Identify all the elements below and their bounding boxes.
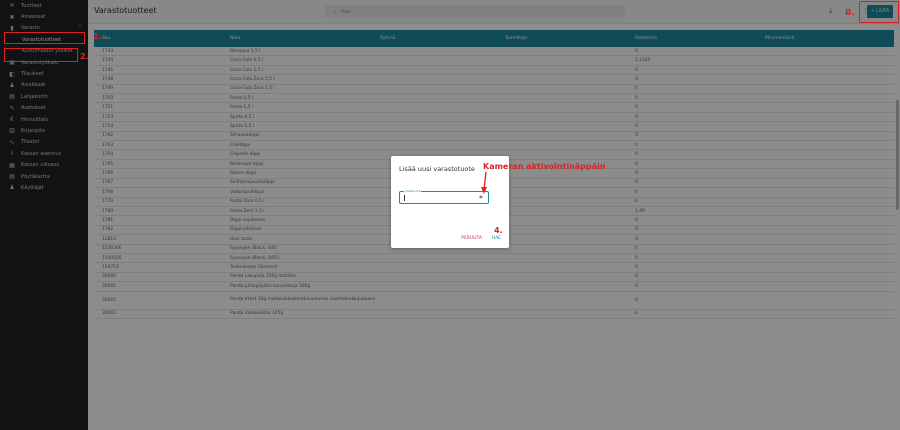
annotation-number-4: 4. — [494, 226, 503, 235]
search-button[interactable]: HAE — [492, 236, 501, 241]
annotation-arrow — [481, 171, 487, 194]
annotation-camera-label: Kameran aktivointinäppäin — [483, 162, 606, 171]
text-caret — [404, 195, 405, 201]
annotation-box-2 — [4, 48, 78, 62]
annotation-box-3 — [859, 1, 899, 23]
barcode-field-label: Viivakoodi — [404, 189, 422, 193]
cancel-button[interactable]: PERUUTA — [461, 236, 482, 241]
annotation-number-1: 1. — [93, 32, 102, 41]
annotation-box-1 — [4, 32, 85, 44]
annotation-number-3: 3. — [846, 8, 855, 17]
dialog-title: Lisää uusi varastotuote — [399, 165, 475, 173]
annotation-number-2: 2. — [80, 52, 89, 61]
